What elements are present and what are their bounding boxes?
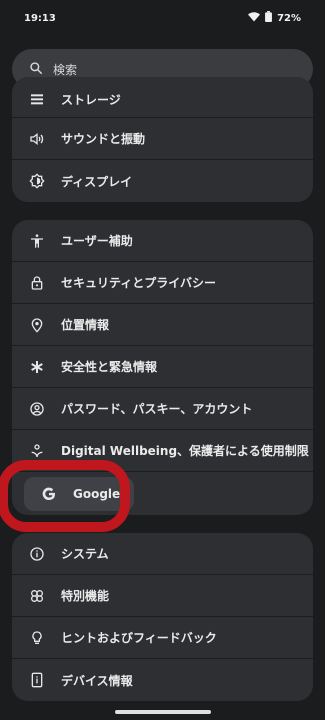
volume-icon — [29, 131, 45, 147]
settings-item-display[interactable]: ディスプレイ — [12, 160, 313, 202]
settings-item-label: デバイス情報 — [61, 673, 133, 688]
highlight-annotation — [0, 460, 130, 532]
settings-item-passwords[interactable]: パスワード、パスキー、アカウント — [12, 388, 313, 430]
lock-icon — [29, 275, 45, 291]
settings-item-safety[interactable]: 安全性と緊急情報 — [12, 346, 313, 388]
account-circle-icon — [29, 401, 45, 417]
settings-item-label: 特別機能 — [61, 589, 110, 603]
settings-item-label: サウンドと振動 — [61, 132, 146, 146]
search-icon — [29, 61, 43, 78]
settings-item-label: パスワード、パスキー、アカウント — [61, 402, 253, 416]
asterisk-icon — [29, 359, 45, 375]
battery-icon — [265, 11, 272, 25]
settings-item-security[interactable]: セキュリティとプライバシー — [12, 262, 313, 304]
location-icon — [29, 317, 45, 333]
accessibility-icon — [29, 233, 45, 249]
battery-percent: 72% — [277, 12, 301, 24]
settings-item-sound[interactable]: サウンドと振動 — [12, 118, 313, 160]
settings-item-label: 位置情報 — [61, 318, 110, 332]
settings-item-label: Digital Wellbeing、保護者による使用制限 — [61, 444, 309, 458]
settings-item-location[interactable]: 位置情報 — [12, 304, 313, 346]
settings-group-1: ストレージ サウンドと振動 ディスプレイ — [12, 77, 313, 202]
home-gesture-bar[interactable] — [114, 710, 211, 714]
info-icon — [29, 546, 45, 562]
settings-item-device-info[interactable]: デバイス情報 — [12, 659, 313, 701]
status-time: 19:13 — [24, 12, 56, 24]
settings-item-label: ユーザー補助 — [61, 234, 133, 248]
search-placeholder: 検索 — [53, 62, 78, 77]
brightness-icon — [29, 173, 45, 189]
settings-group-3: システム 特別機能 ヒントおよびフィードバック デバイス情報 — [12, 533, 313, 701]
settings-item-tips[interactable]: ヒントおよびフィードバック — [12, 617, 313, 659]
settings-item-system[interactable]: システム — [12, 533, 313, 575]
settings-item-label: ヒントおよびフィードバック — [61, 631, 217, 645]
settings-item-label: セキュリティとプライバシー — [61, 276, 217, 290]
settings-item-label: システム — [61, 547, 109, 561]
settings-item-storage[interactable]: ストレージ — [12, 77, 313, 118]
status-icons: 72% — [248, 11, 301, 25]
settings-item-label: ストレージ — [61, 92, 121, 107]
device-info-icon — [29, 672, 45, 688]
wifi-icon — [248, 11, 261, 25]
settings-item-label: 安全性と緊急情報 — [61, 360, 158, 374]
storage-icon — [29, 91, 45, 107]
settings-item-label: ディスプレイ — [61, 174, 133, 189]
special-features-icon — [29, 588, 45, 604]
wellbeing-icon — [29, 443, 45, 459]
settings-item-special-features[interactable]: 特別機能 — [12, 575, 313, 617]
status-bar: 19:13 72% — [0, 0, 325, 36]
lightbulb-icon — [29, 630, 45, 646]
settings-item-accessibility[interactable]: ユーザー補助 — [12, 220, 313, 262]
